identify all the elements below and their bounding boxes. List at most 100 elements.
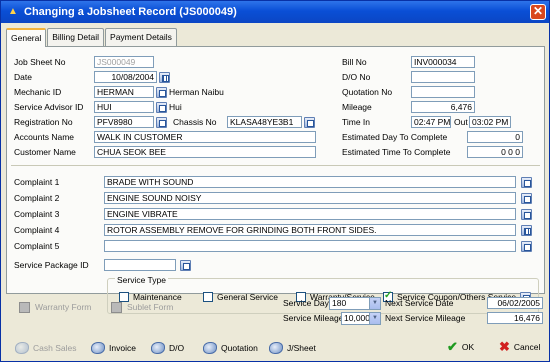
service-mileage-select[interactable]: 10,000 ▼ bbox=[341, 312, 381, 325]
title-bar: ▲ Changing a Jobsheet Record (JS000049) … bbox=[1, 1, 549, 23]
service-mileage-label: Service Mileage bbox=[283, 313, 344, 323]
general-service-label: General Service bbox=[217, 292, 278, 302]
do-no-label: D/O No bbox=[342, 72, 371, 82]
ok-label: OK bbox=[461, 342, 475, 352]
customer-name-field[interactable]: CHUA SEOK BEE bbox=[94, 146, 316, 158]
cash-sales-button[interactable]: Cash Sales bbox=[15, 341, 76, 355]
service-day-label: Service Day bbox=[283, 298, 329, 308]
ok-button[interactable]: ✔ OK bbox=[447, 339, 475, 354]
invoice-button[interactable]: Invoice bbox=[91, 341, 136, 355]
service-advisor-field[interactable]: HUI bbox=[94, 101, 154, 113]
est-time-field[interactable]: 0 0 0 bbox=[467, 146, 523, 158]
complaint-4-field[interactable]: ROTOR ASSEMBLY REMOVE FOR GRINDING BOTH … bbox=[104, 224, 516, 236]
chevron-down-icon: ▼ bbox=[369, 313, 380, 324]
quotation-no-label: Quotation No bbox=[342, 87, 393, 97]
quotation-label: Quotation bbox=[221, 343, 258, 353]
quotation-icon bbox=[203, 342, 217, 354]
do-button[interactable]: D/O bbox=[151, 341, 184, 355]
warranty-form-icon bbox=[19, 301, 30, 313]
complaint-2-field[interactable]: ENGINE SOUND NOISY bbox=[104, 192, 516, 204]
tab-general[interactable]: General bbox=[6, 28, 47, 47]
date-field[interactable]: 10/08/2004 bbox=[94, 71, 157, 83]
complaint-1-field[interactable]: BRADE WITH SOUND bbox=[104, 176, 516, 188]
est-time-label: Estimated Time To Complete bbox=[342, 147, 451, 157]
next-service-date-field[interactable]: 06/02/2005 bbox=[487, 297, 543, 309]
service-package-field[interactable] bbox=[104, 259, 176, 271]
chevron-down-icon: ▼ bbox=[369, 298, 380, 309]
warranty-form-button[interactable]: Warranty Form bbox=[19, 300, 91, 314]
sublet-form-button[interactable]: Sublet Form bbox=[111, 300, 173, 314]
chassis-lookup-icon[interactable] bbox=[304, 117, 315, 128]
close-button[interactable]: ✕ bbox=[530, 4, 546, 20]
cancel-label: Cancel bbox=[513, 342, 541, 352]
tab-strip: General Billing Detail Payment Details bbox=[6, 28, 178, 47]
general-service-checkbox[interactable] bbox=[203, 292, 213, 302]
jsheet-button[interactable]: J/Sheet bbox=[269, 341, 316, 355]
cash-sales-label: Cash Sales bbox=[33, 343, 77, 353]
chassis-label: Chassis No bbox=[173, 117, 217, 127]
next-service-mileage-field[interactable]: 16,476 bbox=[487, 312, 543, 324]
do-no-field[interactable] bbox=[411, 71, 475, 83]
cash-sales-icon bbox=[15, 342, 29, 354]
do-label: D/O bbox=[169, 343, 185, 353]
complaint-1-lookup-icon[interactable] bbox=[521, 177, 532, 188]
complaint-5-label: Complaint 5 bbox=[14, 241, 60, 251]
service-package-label: Service Package ID bbox=[14, 260, 89, 270]
complaint-3-field[interactable]: ENGINE VIBRATE bbox=[104, 208, 516, 220]
customer-name-label: Customer Name bbox=[14, 147, 76, 157]
mechanic-id-field[interactable]: HERMAN bbox=[94, 86, 154, 98]
quotation-button[interactable]: Quotation bbox=[203, 341, 258, 355]
job-sheet-no-field[interactable]: JS000049 bbox=[94, 56, 154, 68]
accounts-name-label: Accounts Name bbox=[14, 132, 74, 142]
complaint-2-label: Complaint 2 bbox=[14, 193, 60, 203]
quotation-no-field[interactable] bbox=[411, 86, 475, 98]
chassis-field[interactable]: KLASA48YE3B1 bbox=[227, 116, 302, 128]
service-package-lookup-icon[interactable] bbox=[180, 260, 191, 271]
advisor-name: Hui bbox=[169, 102, 182, 112]
service-advisor-label: Service Advisor ID bbox=[14, 102, 84, 112]
tab-payment-details[interactable]: Payment Details bbox=[105, 28, 177, 46]
general-panel: Job Sheet No JS000049 Date 10/08/2004 Me… bbox=[6, 46, 545, 314]
time-out-label: Out bbox=[454, 117, 468, 127]
complaint-4-label: Complaint 4 bbox=[14, 225, 60, 235]
invoice-icon bbox=[91, 342, 105, 354]
jsheet-label: J/Sheet bbox=[287, 343, 316, 353]
calendar-icon[interactable] bbox=[159, 72, 170, 83]
bill-no-field[interactable]: INV000034 bbox=[411, 56, 475, 68]
complaint-1-label: Complaint 1 bbox=[14, 177, 60, 187]
complaint-3-label: Complaint 3 bbox=[14, 209, 60, 219]
accounts-name-field[interactable]: WALK IN CUSTOMER bbox=[94, 131, 316, 143]
complaint-3-lookup-icon[interactable] bbox=[521, 209, 532, 220]
complaint-5-lookup-icon[interactable] bbox=[521, 241, 532, 252]
complaint-4-lookup-icon[interactable] bbox=[521, 225, 532, 236]
next-service-mileage-label: Next Service Mileage bbox=[385, 313, 466, 323]
service-type-label: Service Type bbox=[115, 275, 168, 285]
advisor-lookup-icon[interactable] bbox=[156, 102, 167, 113]
check-icon: ✔ bbox=[447, 339, 458, 354]
do-icon bbox=[151, 342, 165, 354]
service-day-select[interactable]: 180 ▼ bbox=[329, 297, 381, 310]
complaint-5-field[interactable] bbox=[104, 240, 516, 252]
date-label: Date bbox=[14, 72, 32, 82]
next-service-date-label: Next Service Date bbox=[385, 298, 454, 308]
sublet-form-icon bbox=[111, 301, 122, 313]
jobsheet-window: ▲ Changing a Jobsheet Record (JS000049) … bbox=[0, 0, 550, 362]
registration-field[interactable]: PFV8980 bbox=[94, 116, 154, 128]
time-out-field[interactable]: 03:02 PM bbox=[469, 116, 511, 128]
registration-label: Registration No bbox=[14, 117, 73, 127]
window-title: Changing a Jobsheet Record (JS000049) bbox=[24, 6, 237, 18]
time-in-field[interactable]: 02:47 PM bbox=[411, 116, 451, 128]
mileage-field[interactable]: 6,476 bbox=[411, 101, 475, 113]
registration-lookup-icon[interactable] bbox=[156, 117, 167, 128]
invoice-label: Invoice bbox=[109, 343, 136, 353]
sublet-form-label: Sublet Form bbox=[127, 302, 174, 312]
job-sheet-no-label: Job Sheet No bbox=[14, 57, 66, 67]
est-day-field[interactable]: 0 bbox=[467, 131, 523, 143]
mechanic-lookup-icon[interactable] bbox=[156, 87, 167, 98]
time-in-label: Time In bbox=[342, 117, 371, 127]
cancel-button[interactable]: ✖ Cancel bbox=[499, 339, 541, 354]
tab-billing-detail[interactable]: Billing Detail bbox=[47, 28, 105, 46]
mechanic-name: Herman Naibu bbox=[169, 87, 224, 97]
close-icon: ✖ bbox=[499, 339, 510, 354]
complaint-2-lookup-icon[interactable] bbox=[521, 193, 532, 204]
